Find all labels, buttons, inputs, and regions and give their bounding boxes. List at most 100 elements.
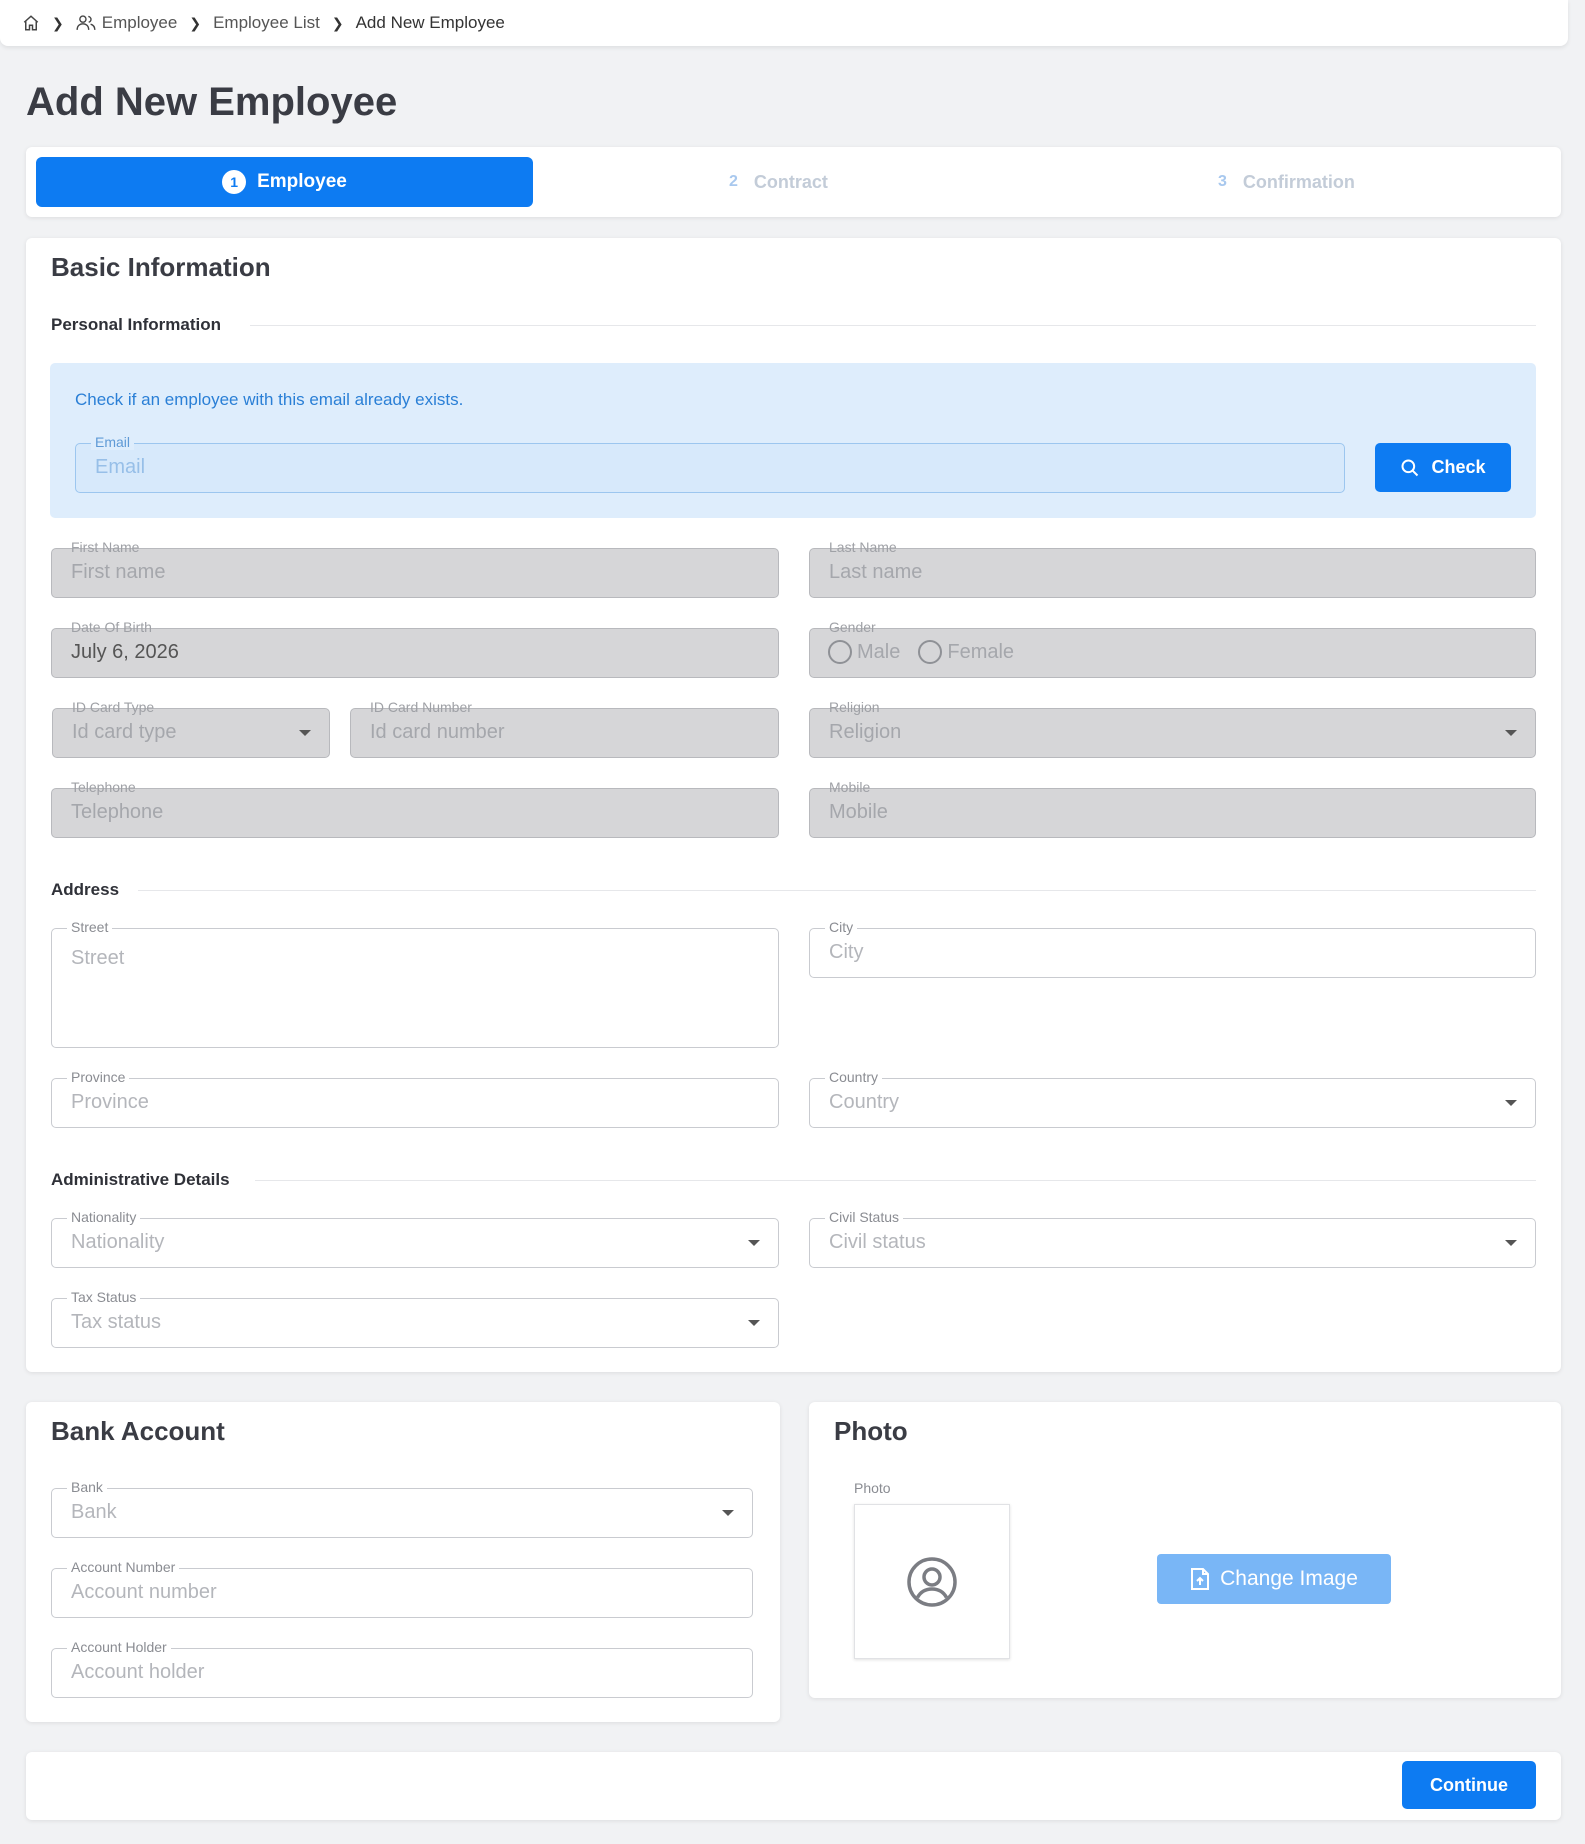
telephone-label: Telephone [67, 779, 140, 795]
date-of-birth-value: July 6, 2026 [71, 641, 179, 663]
province-placeholder: Province [71, 1091, 149, 1113]
account-holder-field[interactable]: Account Holder Account holder [51, 1639, 753, 1698]
account-number-label: Account Number [67, 1559, 180, 1575]
email-field[interactable]: Email Email [75, 434, 1345, 493]
province-field[interactable]: Province Province [51, 1069, 779, 1128]
street-placeholder: Street [71, 947, 125, 969]
mobile-field[interactable]: Mobile Mobile [809, 779, 1536, 838]
telephone-field[interactable]: Telephone Telephone [51, 779, 779, 838]
photo-label: Photo [854, 1480, 891, 1496]
gender-options: Male Female [828, 640, 1032, 664]
city-field[interactable]: City City [809, 919, 1536, 978]
chevron-right-icon: ❯ [189, 14, 202, 31]
file-upload-icon [1191, 1568, 1210, 1590]
divider [255, 1180, 1536, 1181]
breadcrumb-employee-list[interactable]: Employee List [213, 13, 320, 33]
city-placeholder: City [829, 941, 864, 963]
gender-female-radio[interactable]: Female [918, 640, 1014, 664]
change-image-label: Change Image [1220, 1567, 1358, 1590]
step-employee[interactable]: 1 Employee [36, 157, 533, 207]
caret-down-icon [748, 1240, 760, 1246]
user-circle-icon [907, 1556, 957, 1607]
check-button-label: Check [1431, 457, 1486, 477]
first-name-placeholder: First name [71, 561, 166, 583]
tax-status-select[interactable]: Tax Status Tax status [51, 1289, 779, 1348]
section-title-basic: Basic Information [51, 252, 271, 282]
step-label: Contract [753, 171, 828, 192]
last-name-placeholder: Last name [829, 561, 923, 583]
last-name-label: Last Name [825, 539, 901, 555]
religion-label: Religion [825, 699, 884, 715]
email-check-message: Check if an employee with this email alr… [75, 390, 464, 409]
caret-down-icon [299, 730, 311, 736]
radio-label: Female [947, 640, 1015, 663]
bank-select[interactable]: Bank Bank [51, 1479, 753, 1538]
country-select[interactable]: Country Country [809, 1069, 1536, 1128]
id-card-number-field[interactable]: ID Card Number Id card number [350, 699, 779, 758]
address-heading: Address [51, 880, 120, 899]
radio-circle [918, 640, 943, 664]
users-icon [76, 15, 96, 30]
step-contract[interactable]: 2 Contract [729, 157, 828, 207]
step-confirmation[interactable]: 3 Confirmation [1218, 157, 1355, 207]
email-label: Email [91, 434, 135, 450]
breadcrumb-label: Employee [101, 13, 178, 32]
city-label: City [825, 919, 858, 935]
home-icon[interactable] [22, 14, 40, 32]
caret-down-icon [1505, 730, 1517, 736]
chevron-right-icon: ❯ [52, 14, 64, 31]
email-placeholder: Email [95, 456, 146, 478]
gender-field: Gender Male Female [809, 619, 1536, 678]
section-title-bank: Bank Account [51, 1416, 225, 1446]
email-check-panel: Check if an employee with this email alr… [50, 363, 1536, 518]
first-name-label: First Name [67, 539, 144, 555]
stepper: 1 Employee 2 Contract 3 Confirmation [26, 147, 1561, 217]
province-label: Province [67, 1069, 130, 1085]
mobile-placeholder: Mobile [829, 801, 888, 823]
gender-label: Gender [825, 619, 880, 635]
breadcrumb: ❯ Employee ❯ Employee List ❯ Add New Emp… [0, 0, 1568, 46]
id-card-type-select[interactable]: ID Card Type Id card type [52, 699, 330, 758]
civil-status-select[interactable]: Civil Status Civil status [809, 1209, 1536, 1268]
street-label: Street [67, 919, 113, 935]
caret-down-icon [748, 1320, 760, 1326]
religion-select[interactable]: Religion Religion [809, 699, 1536, 758]
footer-bar: Continue [26, 1752, 1561, 1820]
street-textarea[interactable]: Street Street [51, 919, 779, 1048]
nationality-label: Nationality [67, 1209, 141, 1225]
mobile-label: Mobile [825, 779, 875, 795]
account-holder-placeholder: Account holder [71, 1661, 205, 1683]
date-of-birth-field[interactable]: Date Of Birth July 6, 2026 [51, 619, 779, 678]
administrative-details-heading: Administrative Details [51, 1170, 230, 1189]
tax-status-label: Tax Status [67, 1289, 141, 1305]
section-title-photo: Photo [834, 1416, 908, 1446]
id-card-type-placeholder: Id card type [72, 721, 177, 743]
breadcrumb-employee[interactable]: Employee [76, 13, 178, 33]
continue-button[interactable]: Continue [1402, 1761, 1536, 1809]
bank-account-card: Bank Account Bank Bank Account Number Ac… [26, 1402, 780, 1722]
caret-down-icon [1505, 1100, 1517, 1106]
nationality-select[interactable]: Nationality Nationality [51, 1209, 779, 1268]
account-number-field[interactable]: Account Number Account number [51, 1559, 753, 1618]
id-card-number-placeholder: Id card number [370, 721, 505, 743]
personal-information-heading: Personal Information [51, 315, 222, 334]
nationality-placeholder: Nationality [71, 1231, 165, 1253]
step-number: 1 [222, 170, 247, 194]
date-of-birth-label: Date Of Birth [67, 619, 156, 635]
country-label: Country [825, 1069, 883, 1085]
gender-male-radio[interactable]: Male [828, 640, 900, 664]
last-name-field[interactable]: Last Name Last name [809, 539, 1536, 598]
chevron-right-icon: ❯ [331, 14, 344, 31]
divider [138, 890, 1536, 891]
step-label: Confirmation [1242, 171, 1355, 192]
divider [250, 325, 1536, 326]
bank-label: Bank [67, 1479, 107, 1495]
id-card-number-label: ID Card Number [366, 699, 476, 715]
photo-card: Photo Photo Change Image [809, 1402, 1561, 1698]
id-card-type-label: ID Card Type [68, 699, 159, 715]
first-name-field[interactable]: First Name First name [51, 539, 779, 598]
radio-circle [828, 640, 852, 664]
check-button[interactable]: Check [1375, 443, 1511, 492]
account-holder-label: Account Holder [67, 1639, 171, 1655]
change-image-button[interactable]: Change Image [1157, 1554, 1391, 1604]
